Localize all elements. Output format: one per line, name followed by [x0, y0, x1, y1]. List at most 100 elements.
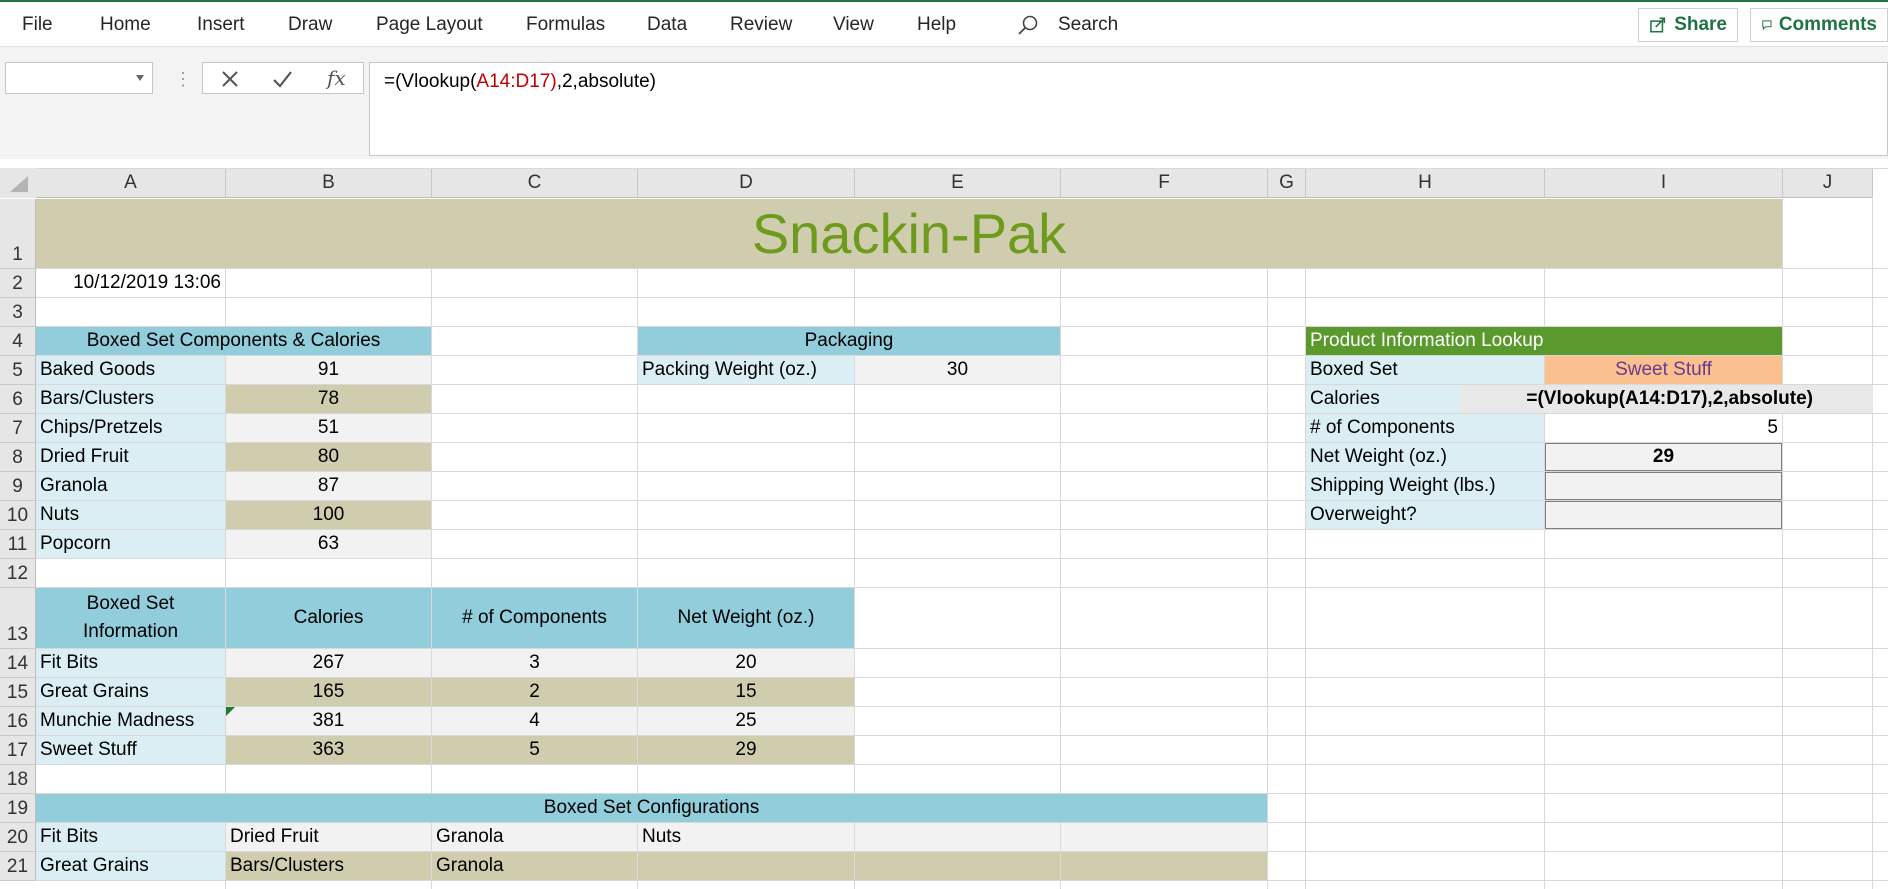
component-calories-cell[interactable]: 87	[226, 472, 431, 500]
title-cell[interactable]: Snackin-Pak	[36, 199, 1782, 268]
component-name-cell[interactable]: Chips/Pretzels	[36, 414, 225, 442]
spreadsheet-grid[interactable]: A B C D E F G H I J 1 2 3 4 5 6 7 8 9 10 11 12 13 14 15 16 17 18 19 2…	[0, 168, 1888, 889]
enter-check-icon[interactable]	[271, 68, 293, 90]
config-item-cell[interactable]: Dried Fruit	[226, 823, 431, 851]
lookup-shipping-label[interactable]: Shipping Weight (lbs.)	[1306, 472, 1544, 500]
configurations-header[interactable]: Boxed Set Configurations	[36, 794, 1267, 822]
column-header-j[interactable]: J	[1783, 168, 1873, 198]
info-header-net-weight[interactable]: Net Weight (oz.)	[638, 588, 854, 648]
component-calories-cell[interactable]: 91	[226, 356, 431, 384]
info-calories-cell[interactable]: 381	[226, 707, 431, 735]
row-header-7[interactable]: 7	[0, 414, 36, 443]
config-name-cell[interactable]: Great Grains	[36, 852, 225, 880]
packing-weight-label[interactable]: Packing Weight (oz.)	[638, 356, 854, 384]
column-header-c[interactable]: C	[432, 168, 638, 198]
component-name-cell[interactable]: Dried Fruit	[36, 443, 225, 471]
search-icon[interactable]	[1016, 14, 1040, 38]
cancel-icon[interactable]	[219, 68, 241, 90]
row-header-18[interactable]: 18	[0, 765, 36, 794]
select-all-corner[interactable]	[0, 168, 36, 198]
chevron-down-icon[interactable]	[136, 75, 144, 81]
component-name-cell[interactable]: Baked Goods	[36, 356, 225, 384]
info-components-cell[interactable]: 2	[432, 678, 637, 706]
insert-function-icon[interactable]: fx	[327, 66, 349, 90]
row-header-4[interactable]: 4	[0, 327, 36, 356]
component-name-cell[interactable]: Popcorn	[36, 530, 225, 558]
component-calories-cell[interactable]: 80	[226, 443, 431, 471]
info-calories-cell[interactable]: 165	[226, 678, 431, 706]
column-header-a[interactable]: A	[36, 168, 226, 198]
column-header-d[interactable]: D	[638, 168, 855, 198]
row-header-21[interactable]: 21	[0, 852, 36, 881]
row-header-16[interactable]: 16	[0, 707, 36, 736]
config-item-cell[interactable]: Granola	[432, 852, 637, 880]
name-box[interactable]	[5, 62, 153, 94]
formula-input[interactable]: =(Vlookup(A14:D17),2,absolute)	[369, 62, 1888, 156]
comments-button[interactable]: Comments	[1750, 8, 1888, 42]
lookup-header[interactable]: Product Information Lookup	[1306, 327, 1782, 355]
lookup-calories-value[interactable]: =(Vlookup(A14:D17),2,absolute)	[1460, 385, 1873, 413]
info-name-cell[interactable]: Fit Bits	[36, 649, 225, 677]
lookup-components-label[interactable]: # of Components	[1306, 414, 1544, 442]
config-item-cell[interactable]: Bars/Clusters	[226, 852, 431, 880]
column-header-h[interactable]: H	[1306, 168, 1545, 198]
lookup-overweight-label[interactable]: Overweight?	[1306, 501, 1544, 529]
lookup-net-weight-value[interactable]: 29	[1545, 443, 1782, 471]
lookup-boxed-set-label[interactable]: Boxed Set	[1306, 356, 1544, 384]
info-weight-cell[interactable]: 20	[638, 649, 854, 677]
error-indicator-icon[interactable]	[226, 707, 235, 716]
info-weight-cell[interactable]: 29	[638, 736, 854, 764]
menu-page-layout[interactable]: Page Layout	[376, 14, 483, 36]
component-calories-cell[interactable]: 63	[226, 530, 431, 558]
search-label[interactable]: Search	[1058, 14, 1118, 36]
more-options-icon[interactable]: ⋮	[174, 69, 192, 90]
column-header-f[interactable]: F	[1061, 168, 1268, 198]
row-header-20[interactable]: 20	[0, 823, 36, 852]
info-header-components[interactable]: # of Components	[432, 588, 637, 648]
share-button[interactable]: Share	[1638, 8, 1738, 42]
packing-weight-value[interactable]: 30	[855, 356, 1060, 384]
row-header-11[interactable]: 11	[0, 530, 36, 559]
lookup-components-value[interactable]: 5	[1545, 414, 1782, 442]
component-calories-cell[interactable]: 78	[226, 385, 431, 413]
info-components-cell[interactable]: 5	[432, 736, 637, 764]
row-header-17[interactable]: 17	[0, 736, 36, 765]
row-header-14[interactable]: 14	[0, 649, 36, 678]
row-header-13[interactable]: 13	[0, 588, 36, 649]
config-empty-cell[interactable]	[855, 852, 1060, 880]
menu-insert[interactable]: Insert	[197, 14, 245, 36]
components-header[interactable]: Boxed Set Components & Calories	[36, 327, 431, 355]
info-name-cell[interactable]: Great Grains	[36, 678, 225, 706]
row-header-15[interactable]: 15	[0, 678, 36, 707]
row-header-6[interactable]: 6	[0, 385, 36, 414]
menu-review[interactable]: Review	[730, 14, 792, 36]
row-header-3[interactable]: 3	[0, 298, 36, 327]
config-item-cell[interactable]	[638, 852, 854, 880]
info-header-boxed-set[interactable]: Boxed Set Information	[36, 588, 225, 648]
row-header-1[interactable]: 1	[0, 199, 36, 269]
row-header-8[interactable]: 8	[0, 443, 36, 472]
component-calories-cell[interactable]: 51	[226, 414, 431, 442]
row-header-12[interactable]: 12	[0, 559, 36, 588]
info-name-cell[interactable]: Munchie Madness	[36, 707, 225, 735]
info-header-calories[interactable]: Calories	[226, 588, 431, 648]
column-header-b[interactable]: B	[226, 168, 432, 198]
component-name-cell[interactable]: Bars/Clusters	[36, 385, 225, 413]
info-components-cell[interactable]: 3	[432, 649, 637, 677]
lookup-shipping-value[interactable]	[1545, 472, 1782, 500]
column-header-i[interactable]: I	[1545, 168, 1783, 198]
row-header-10[interactable]: 10	[0, 501, 36, 530]
menu-help[interactable]: Help	[917, 14, 956, 36]
row-header-9[interactable]: 9	[0, 472, 36, 501]
info-name-cell[interactable]: Sweet Stuff	[36, 736, 225, 764]
config-empty-cell[interactable]	[855, 823, 1060, 851]
info-components-cell[interactable]: 4	[432, 707, 637, 735]
menu-file[interactable]: File	[22, 14, 53, 36]
menu-view[interactable]: View	[833, 14, 874, 36]
menu-home[interactable]: Home	[100, 14, 151, 36]
component-name-cell[interactable]: Nuts	[36, 501, 225, 529]
row-header-2[interactable]: 2	[0, 269, 36, 298]
lookup-overweight-value[interactable]	[1545, 501, 1782, 529]
config-name-cell[interactable]: Fit Bits	[36, 823, 225, 851]
component-name-cell[interactable]: Granola	[36, 472, 225, 500]
